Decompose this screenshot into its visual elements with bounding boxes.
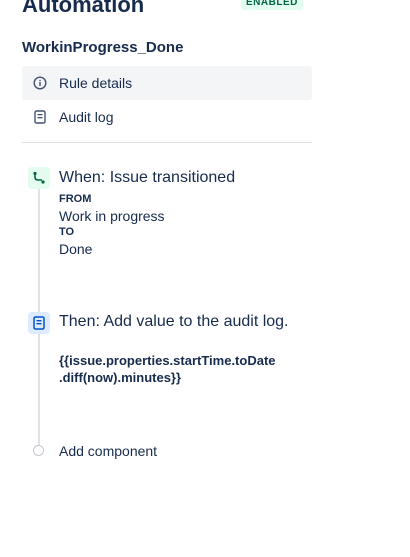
status-badge: ENABLED (241, 0, 303, 10)
automation-rule-page: Automation ENABLED WorkinProgress_Done R… (0, 0, 410, 557)
nav-item-label: Audit log (59, 109, 114, 125)
info-icon (32, 75, 48, 91)
action-value-code: {{issue.properties.startTime.toDate .dif… (59, 352, 319, 386)
from-value: Work in progress (59, 208, 165, 224)
to-value: Done (59, 241, 93, 257)
rule-name: WorkinProgress_Done (22, 39, 184, 56)
to-label: TO (59, 226, 75, 238)
trigger-title[interactable]: When: Issue transitioned (59, 168, 235, 188)
code-line: {{issue.properties.startTime.toDate (59, 353, 276, 368)
nav-item-rule-details[interactable]: Rule details (22, 66, 312, 100)
document-icon[interactable] (28, 312, 50, 334)
trigger-branch-icon[interactable] (28, 167, 50, 189)
divider (22, 142, 312, 143)
add-component-dot-icon (33, 445, 44, 456)
nav-item-audit-log[interactable]: Audit log (22, 100, 312, 134)
audit-log-icon (32, 109, 48, 125)
add-component-button[interactable]: Add component (59, 443, 157, 459)
nav-item-label: Rule details (59, 75, 133, 91)
code-line: .diff(now).minutes}} (59, 370, 182, 385)
from-label: FROM (59, 193, 92, 205)
action-title[interactable]: Then: Add value to the audit log. (59, 312, 289, 332)
page-title: Automation (22, 0, 145, 17)
